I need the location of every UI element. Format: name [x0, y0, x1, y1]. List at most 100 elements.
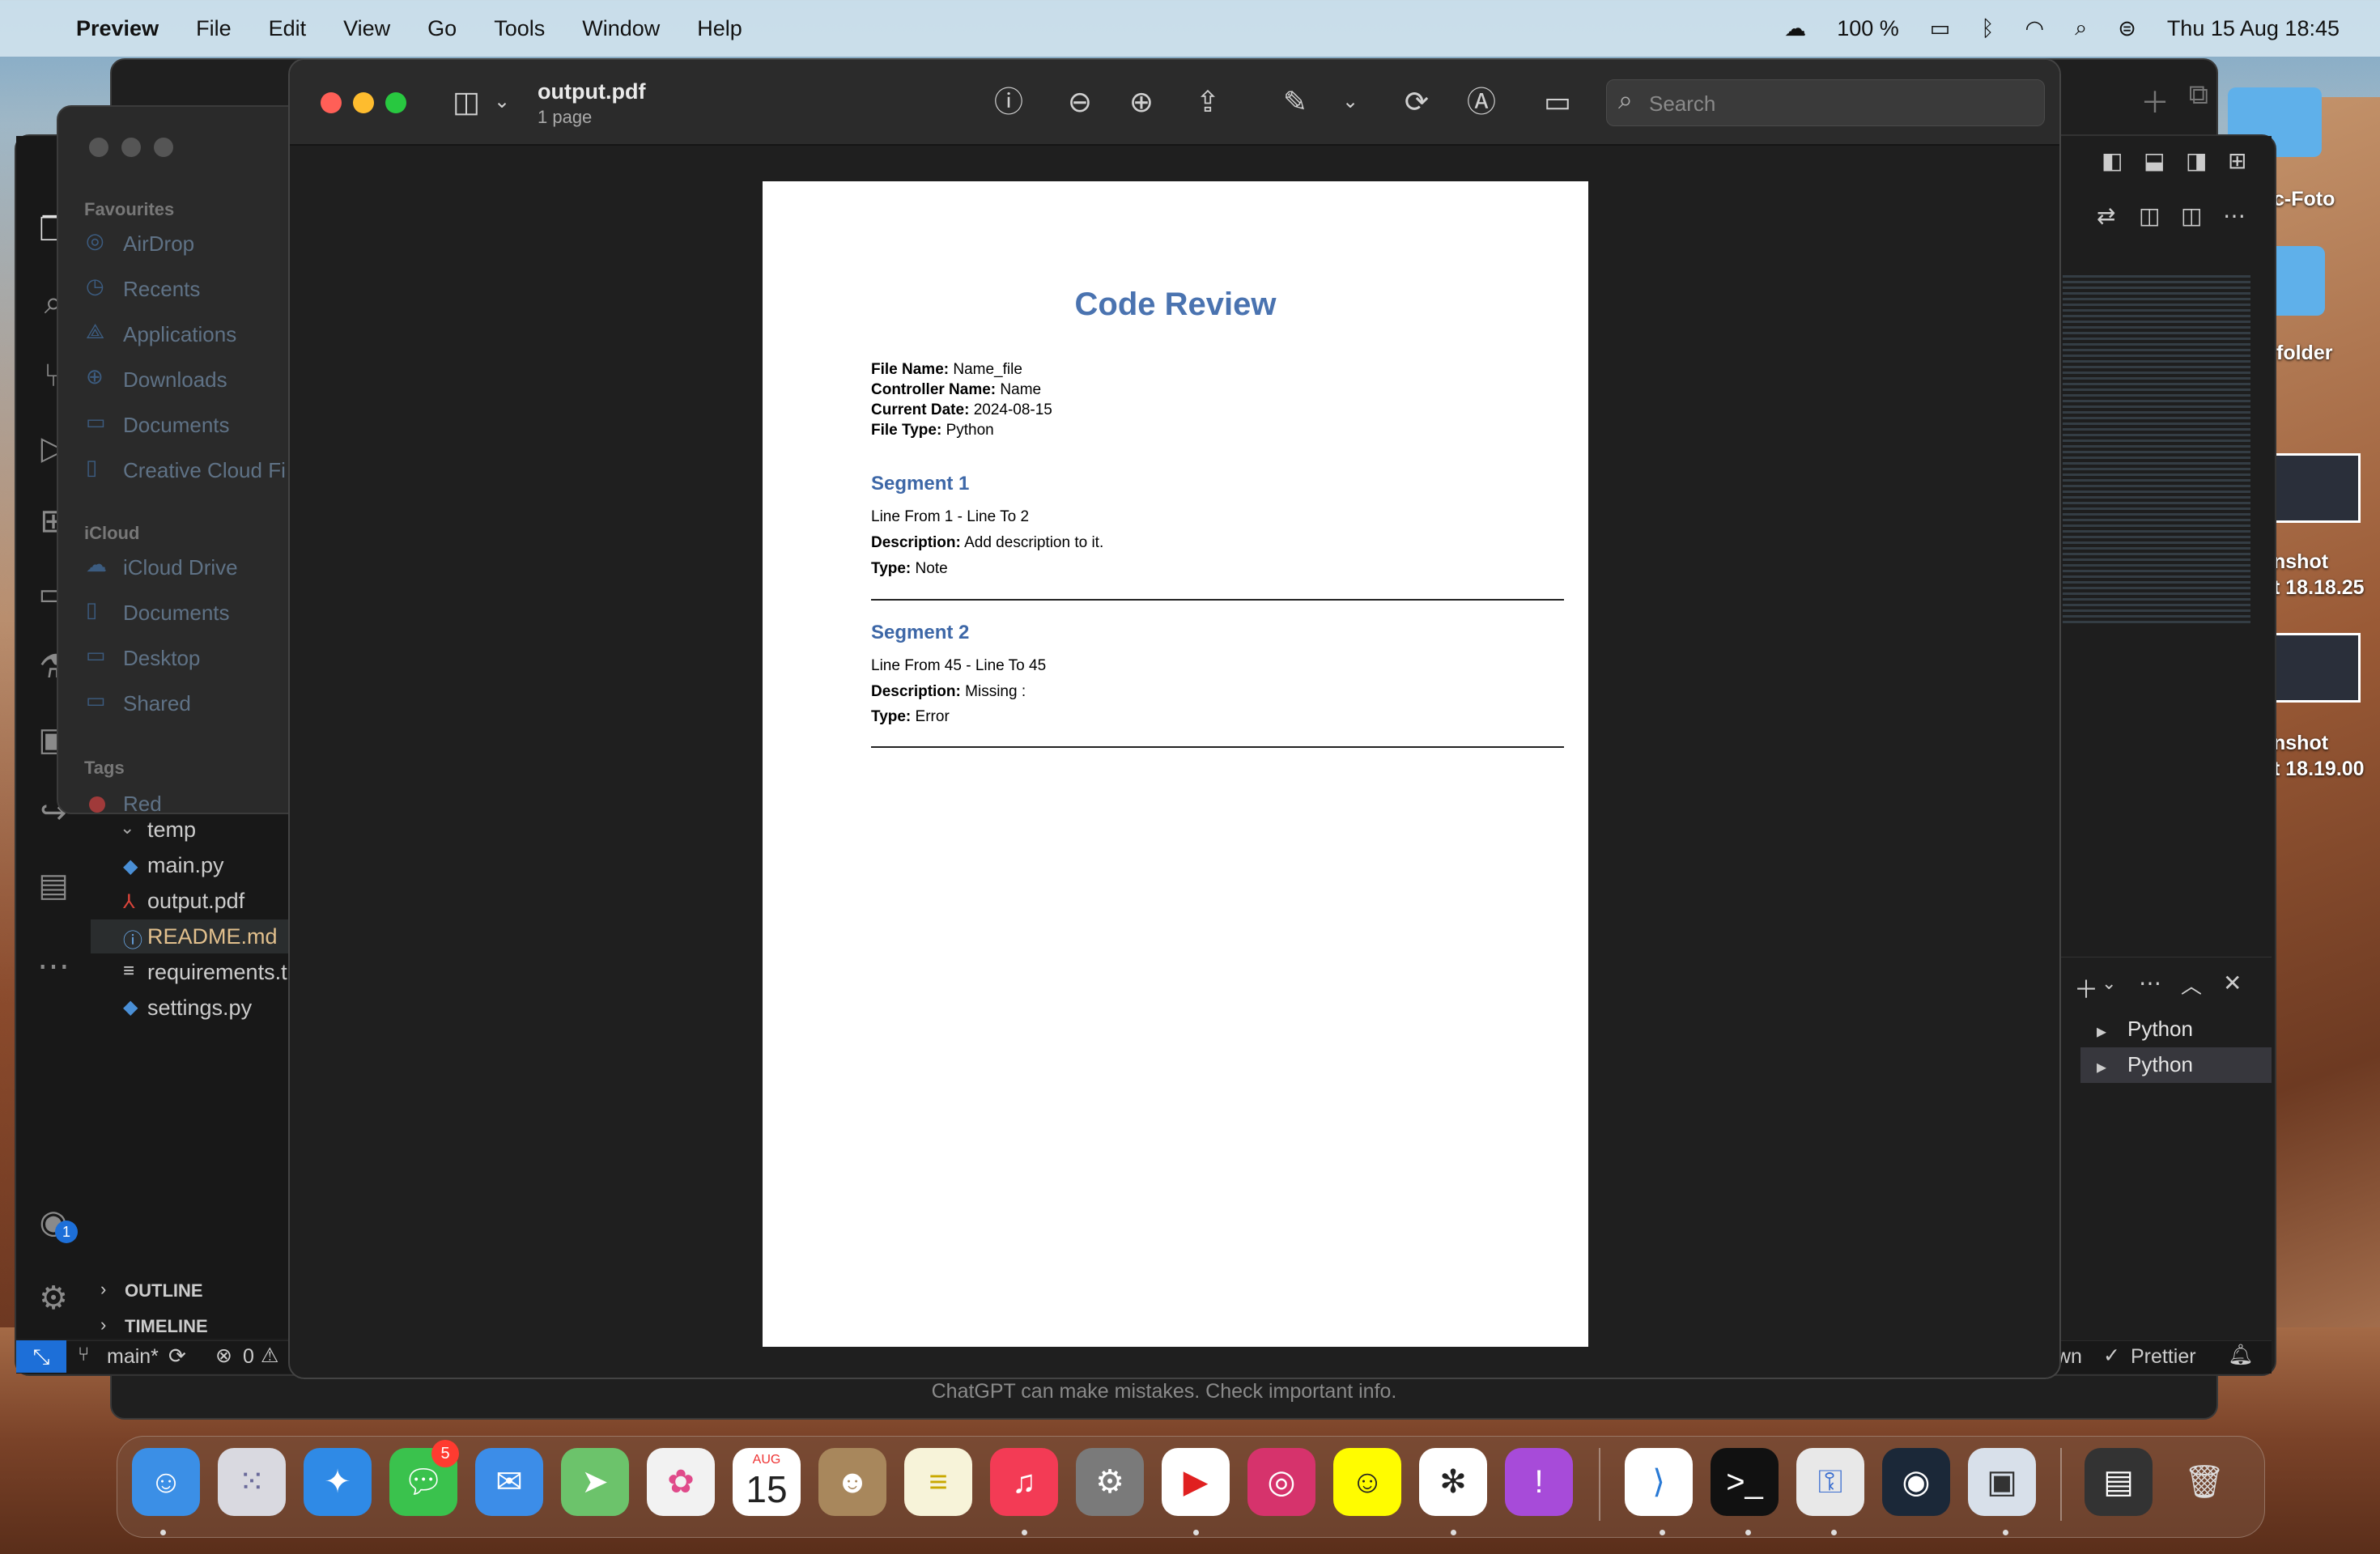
keychain-app-icon[interactable]: ⚿ — [1796, 1448, 1864, 1516]
info-icon[interactable]: ⓘ — [991, 84, 1026, 120]
finder-app-icon[interactable]: ☺ — [132, 1448, 200, 1516]
panels-icon[interactable]: ▤ — [32, 864, 74, 906]
notifications-bell-icon[interactable]: 🔔︎ — [2228, 1344, 2254, 1367]
sidebar-item-downloads[interactable]: Downloads — [123, 367, 227, 393]
menu-help[interactable]: Help — [697, 16, 742, 41]
new-chat-icon[interactable]: ＋ — [2140, 79, 2170, 121]
music-app-icon[interactable]: ♫ — [990, 1448, 1058, 1516]
sidebar-item-desktop[interactable]: Desktop — [123, 646, 200, 671]
chevron-right-icon[interactable]: › — [100, 1314, 106, 1335]
chevron-down-icon[interactable]: ⌄ — [1332, 84, 1368, 120]
rotate-icon[interactable]: ⟳ — [1399, 84, 1434, 120]
clock[interactable]: Thu 15 Aug 18:45 — [2167, 16, 2340, 41]
folder-item[interactable]: temp — [147, 817, 196, 843]
warnings-icon[interactable]: ⚠ — [261, 1344, 278, 1368]
file-item[interactable]: main.py — [147, 853, 224, 878]
menu-window[interactable]: Window — [582, 16, 660, 41]
sidebar-item-tag-red[interactable]: Red — [123, 792, 162, 817]
window-zoom-button[interactable] — [385, 92, 406, 113]
settings-gear-icon[interactable]: ⚙ — [32, 1277, 74, 1319]
window-zoom-icon[interactable] — [154, 138, 173, 157]
creative-cloud-icon[interactable]: ☁ — [1784, 16, 1806, 41]
window-close-icon[interactable] — [89, 138, 108, 157]
sidebar-item-icloud-documents[interactable]: Documents — [123, 601, 230, 626]
battery-percentage[interactable]: 100 % — [1837, 16, 1899, 41]
sync-icon[interactable]: ⟳ — [168, 1344, 186, 1369]
youtube-app-icon[interactable]: ▶ — [1162, 1448, 1230, 1516]
copy-icon[interactable]: ⧉ — [2189, 79, 2208, 111]
safari-app-icon[interactable]: ✦ — [304, 1448, 372, 1516]
chevron-down-icon[interactable]: ⌄ — [484, 84, 520, 120]
preview-icon[interactable]: ◫ — [2139, 202, 2160, 229]
sidebar-toggle-icon[interactable]: ◫ — [448, 84, 484, 120]
zoom-in-icon[interactable]: ⊕ — [1124, 84, 1159, 120]
app-menu[interactable]: Preview — [76, 16, 159, 41]
desktop-screenshot-icon[interactable] — [2267, 633, 2361, 703]
layout-sidebar-icon[interactable]: ◧ — [2102, 147, 2123, 174]
battery-icon[interactable]: ▭ — [1930, 16, 1951, 41]
layout-secondary-icon[interactable]: ◨ — [2186, 147, 2207, 174]
problems-count[interactable]: 0 — [243, 1345, 254, 1369]
window-minimize-icon[interactable] — [121, 138, 141, 157]
vscode-app-icon[interactable]: ⟩ — [1625, 1448, 1693, 1516]
customize-layout-icon[interactable]: ⊞ — [2228, 147, 2246, 174]
markup-icon[interactable]: Ⓐ — [1464, 84, 1499, 120]
close-panel-icon[interactable]: ✕ — [2223, 970, 2242, 996]
more-actions-icon[interactable]: ⋯ — [2223, 202, 2246, 229]
outline-section[interactable]: OUTLINE — [125, 1280, 203, 1301]
menu-go[interactable]: Go — [427, 16, 457, 41]
spotlight-search-icon[interactable]: ⌕ — [2075, 15, 2087, 41]
zoom-out-icon[interactable]: ⊖ — [1062, 84, 1098, 120]
compare-icon[interactable]: ⇄ — [2097, 202, 2115, 229]
sidebar-item-recents[interactable]: Recents — [123, 277, 200, 302]
chatgpt-app-icon[interactable]: ✻ — [1419, 1448, 1487, 1516]
split-editor-icon[interactable]: ◫ — [2181, 202, 2202, 229]
sidebar-item-icloud-drive[interactable]: iCloud Drive — [123, 555, 238, 580]
bluetooth-icon[interactable]: ᛒ — [1981, 16, 1994, 41]
terminal-tab[interactable]: Python — [2127, 1017, 2193, 1042]
menu-edit[interactable]: Edit — [269, 16, 307, 41]
more-icon[interactable]: ⋯ — [32, 945, 74, 987]
photos-app-icon[interactable]: ✿ — [647, 1448, 715, 1516]
terminal-tab[interactable]: Python — [2127, 1052, 2193, 1077]
control-center-icon[interactable]: ⊜ — [2118, 16, 2136, 41]
highlight-pen-icon[interactable]: ✎ — [1277, 84, 1313, 120]
maximize-panel-icon[interactable]: ︿ — [2181, 970, 2202, 1000]
steam-app-icon[interactable]: ◉ — [1882, 1448, 1950, 1516]
branch-name[interactable]: main* — [107, 1345, 159, 1369]
chevron-down-icon[interactable]: ⌄ — [120, 817, 134, 839]
window-close-button[interactable] — [321, 92, 342, 113]
launchpad-app-icon[interactable]: ⁙ — [218, 1448, 286, 1516]
trash-icon[interactable]: 🗑︎ — [2170, 1448, 2238, 1516]
desktop-screenshot-icon[interactable] — [2267, 453, 2361, 523]
instagram-app-icon[interactable]: ◎ — [1247, 1448, 1315, 1516]
notes-app-icon[interactable]: ≡ — [904, 1448, 972, 1516]
feedback-app-icon[interactable]: ! — [1505, 1448, 1573, 1516]
chevron-down-icon[interactable]: ⌄ — [2102, 973, 2116, 994]
downloads-stack-icon[interactable]: ▤ — [2085, 1448, 2153, 1516]
file-item[interactable]: output.pdf — [147, 889, 244, 914]
terminal-more-icon[interactable]: ⋯ — [2139, 970, 2161, 996]
terminal-app-icon[interactable]: >_ — [1711, 1448, 1779, 1516]
snapchat-app-icon[interactable]: ☺ — [1333, 1448, 1401, 1516]
prettier-status[interactable]: Prettier — [2131, 1345, 2196, 1369]
errors-icon[interactable]: ⊗ — [215, 1344, 232, 1368]
sidebar-item-airdrop[interactable]: AirDrop — [123, 231, 194, 257]
form-fill-icon[interactable]: ▭ — [1540, 84, 1575, 120]
file-item[interactable]: requirements.t — [147, 960, 287, 985]
preview-app-icon[interactable]: ▣ — [1968, 1448, 2036, 1516]
share-icon[interactable]: ⇪ — [1190, 84, 1226, 120]
chevron-right-icon[interactable]: › — [100, 1279, 106, 1300]
menu-file[interactable]: File — [196, 16, 232, 41]
layout-panel-icon[interactable]: ⬓ — [2144, 147, 2165, 174]
wifi-icon[interactable]: ◠ — [2025, 16, 2045, 41]
sidebar-item-applications[interactable]: Applications — [123, 322, 236, 347]
file-item[interactable]: README.md — [147, 924, 278, 949]
mail-app-icon[interactable]: ✉ — [475, 1448, 543, 1516]
menu-tools[interactable]: Tools — [494, 16, 545, 41]
timeline-section[interactable]: TIMELINE — [125, 1316, 208, 1337]
remote-indicator-icon[interactable]: ⤡ — [16, 1340, 66, 1373]
sidebar-item-documents[interactable]: Documents — [123, 413, 230, 438]
contacts-app-icon[interactable]: ☻ — [818, 1448, 886, 1516]
calendar-app-icon[interactable]: AUG 15 — [733, 1448, 801, 1516]
